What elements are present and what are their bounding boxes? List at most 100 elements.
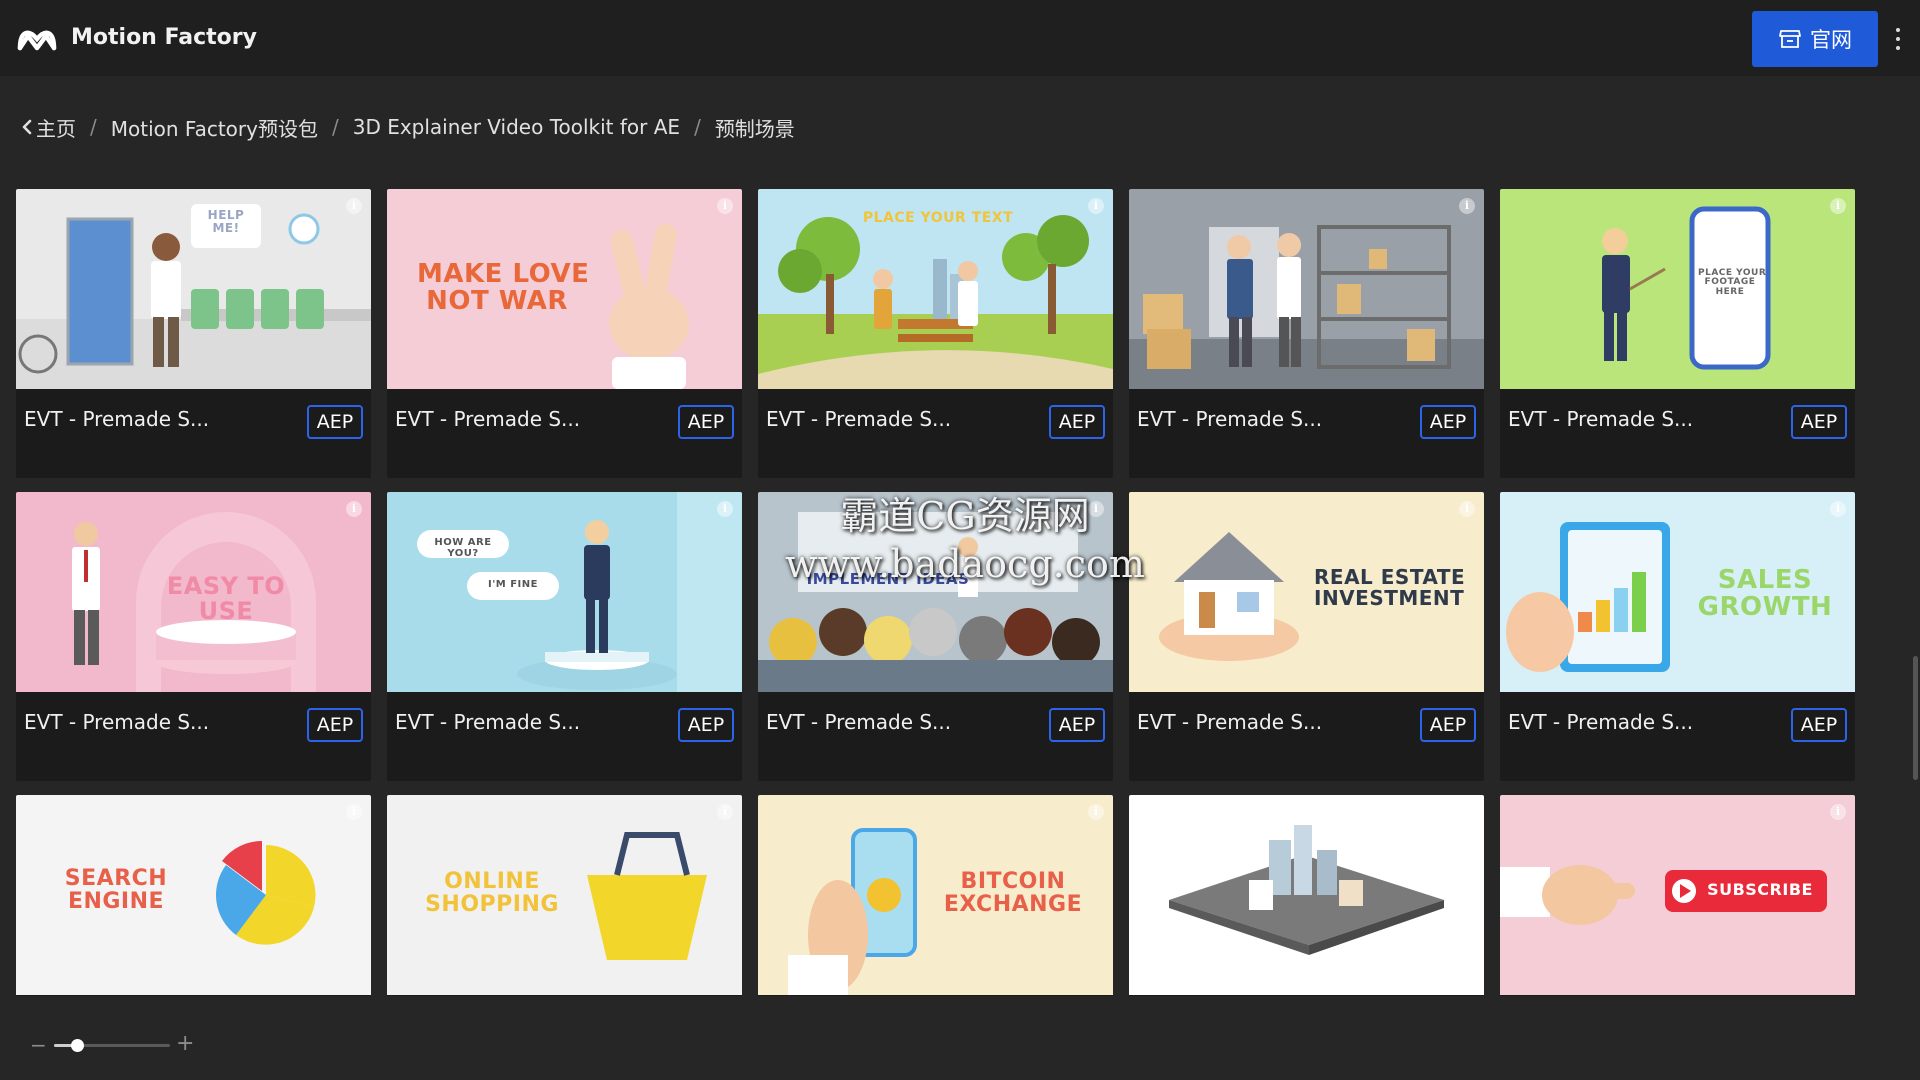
info-icon[interactable]: i [1088,198,1104,214]
info-icon[interactable]: i [717,501,733,517]
aep-badge: AEP [1791,708,1847,742]
storefront-icon [1779,30,1801,48]
asset-thumbnail[interactable]: SALES GROWTH i [1500,492,1855,692]
info-icon[interactable]: i [1830,804,1846,820]
asset-card[interactable]: i EVT - Premade S... AEP [1129,189,1484,478]
breadcrumb-presets[interactable]: Motion Factory预设包 [111,113,318,142]
aep-badge: AEP [1049,708,1105,742]
asset-title: EVT - Premade S... [1137,407,1323,431]
thumbnail-caption: ONLINE SHOPPING [425,869,559,918]
asset-thumbnail[interactable]: i [1129,189,1484,389]
thumbnail-caption: PLACE YOUR TEXT [862,210,1014,226]
thumbnail-caption: SALES GROWTH [1697,565,1833,623]
asset-title: EVT - Premade S... [24,710,210,734]
thumbnail-caption: SUBSCRIBE [1707,880,1813,899]
thumbnail-caption: SEARCH ENGINE [64,866,168,915]
info-icon[interactable]: i [346,501,362,517]
aep-badge: AEP [1049,405,1105,439]
asset-thumbnail[interactable]: SUBSCRIBE i [1500,795,1855,995]
breadcrumb-toolkit[interactable]: 3D Explainer Video Toolkit for AE [353,115,680,139]
breadcrumb: 主页 / Motion Factory预设包 / 3D Explainer Vi… [20,112,795,142]
zoom-out-button[interactable]: − [30,1035,47,1055]
info-icon[interactable]: i [717,198,733,214]
info-icon[interactable]: i [1088,501,1104,517]
asset-card[interactable]: SUBSCRIBE i [1500,795,1855,996]
aep-badge: AEP [1791,405,1847,439]
info-icon[interactable]: i [1830,501,1846,517]
asset-card[interactable]: REAL ESTATE INVESTMENT i EVT - Premade S… [1129,492,1484,781]
thumbnail-caption: EASY TO USE [166,572,286,626]
info-icon[interactable]: i [346,198,362,214]
asset-title: EVT - Premade S... [24,407,210,431]
asset-title: EVT - Premade S... [1137,710,1323,734]
asset-thumbnail[interactable]: PLACE YOUR TEXT i [758,189,1113,389]
thumbnail-caption: HELP ME! [207,208,245,235]
asset-card[interactable]: PLACE YOUR FOOTAGE HERE i EVT - Premade … [1500,189,1855,478]
thumbnail-caption: BITCOIN EXCHANGE [943,869,1083,918]
asset-thumbnail[interactable]: ONLINE SHOPPING i [387,795,742,995]
asset-card[interactable]: IMPLEMENT IDEAS i EVT - Premade S... AEP [758,492,1113,781]
aep-badge: AEP [1420,708,1476,742]
asset-title: EVT - Premade S... [395,710,581,734]
asset-title: EVT - Premade S... [1508,710,1694,734]
asset-card[interactable]: HELP ME! i EVT - Premade S... AEP [16,189,371,478]
brand-name[interactable]: Motion Factory [71,25,257,50]
asset-card[interactable]: MAKE LOVE NOT WAR i EVT - Premade S... A… [387,189,742,478]
more-vertical-icon[interactable] [1890,24,1906,54]
asset-thumbnail[interactable]: HELP ME! i [16,189,371,389]
asset-card[interactable]: BITCOIN EXCHANGE i [758,795,1113,996]
info-icon[interactable]: i [1830,198,1846,214]
asset-thumbnail[interactable]: MAKE LOVE NOT WAR i [387,189,742,389]
official-site-label: 官网 [1810,28,1852,52]
breadcrumb-separator: / [694,115,701,139]
thumbnail-caption: PLACE YOUR FOOTAGE HERE [1698,268,1767,297]
breadcrumb-separator: / [331,115,339,139]
asset-title: EVT - Premade S... [395,407,581,431]
bottom-bar [0,998,1920,1080]
aep-badge: AEP [678,708,734,742]
asset-thumbnail[interactable]: EASY TO USE i [16,492,371,692]
thumbnail-caption: MAKE LOVE NOT WAR [417,259,590,317]
asset-card[interactable]: ONLINE SHOPPING i [387,795,742,996]
asset-thumbnail[interactable] [1129,795,1484,995]
asset-title: EVT - Premade S... [1508,407,1694,431]
top-bar: Motion Factory 官网 [0,0,1920,76]
breadcrumb-home[interactable]: 主页 [36,113,76,142]
asset-card[interactable]: EASY TO USE i EVT - Premade S... AEP [16,492,371,781]
asset-card[interactable]: PLACE YOUR TEXT i EVT - Premade S... AEP [758,189,1113,478]
info-icon[interactable]: i [717,804,733,820]
asset-grid: HELP ME! i EVT - Premade S... AEP MAKE L… [16,189,1856,996]
thumbnail-caption: HOW ARE YOU? [434,537,492,559]
chevron-left-icon[interactable] [20,117,34,137]
zoom-in-button[interactable]: + [176,1033,194,1055]
asset-thumbnail[interactable]: REAL ESTATE INVESTMENT i [1129,492,1484,692]
asset-thumbnail[interactable]: SEARCH ENGINE i [16,795,371,995]
thumbnail-caption: I'M FINE [488,579,538,590]
info-icon[interactable]: i [1459,198,1475,214]
asset-card[interactable]: SALES GROWTH i EVT - Premade S... AEP [1500,492,1855,781]
breadcrumb-current: 预制场景 [714,116,795,141]
asset-title: EVT - Premade S... [766,710,952,734]
asset-thumbnail[interactable]: BITCOIN EXCHANGE i [758,795,1113,995]
thumbnail-caption: IMPLEMENT IDEAS [806,570,970,588]
vertical-scrollbar[interactable] [1913,656,1918,780]
info-icon[interactable]: i [1459,501,1475,517]
asset-thumbnail[interactable]: HOW ARE YOU? i I'M FINE [387,492,742,692]
asset-thumbnail[interactable]: IMPLEMENT IDEAS i [758,492,1113,692]
official-site-button[interactable]: 官网 [1752,11,1878,67]
asset-card[interactable] [1129,795,1484,996]
asset-thumbnail[interactable]: PLACE YOUR FOOTAGE HERE i [1500,189,1855,389]
asset-card[interactable]: SEARCH ENGINE i [16,795,371,996]
aep-badge: AEP [1420,405,1476,439]
motion-factory-logo-icon[interactable] [16,22,58,54]
aep-badge: AEP [307,708,363,742]
asset-title: EVT - Premade S... [766,407,952,431]
zoom-slider[interactable] [54,1039,170,1052]
info-icon[interactable]: i [1088,804,1104,820]
asset-card[interactable]: HOW ARE YOU? i I'M FINE EVT - Premade S.… [387,492,742,781]
aep-badge: AEP [307,405,363,439]
info-icon[interactable]: i [346,804,362,820]
breadcrumb-separator: / [90,115,97,139]
aep-badge: AEP [678,405,734,439]
thumbnail-caption: REAL ESTATE INVESTMENT [1314,565,1466,610]
